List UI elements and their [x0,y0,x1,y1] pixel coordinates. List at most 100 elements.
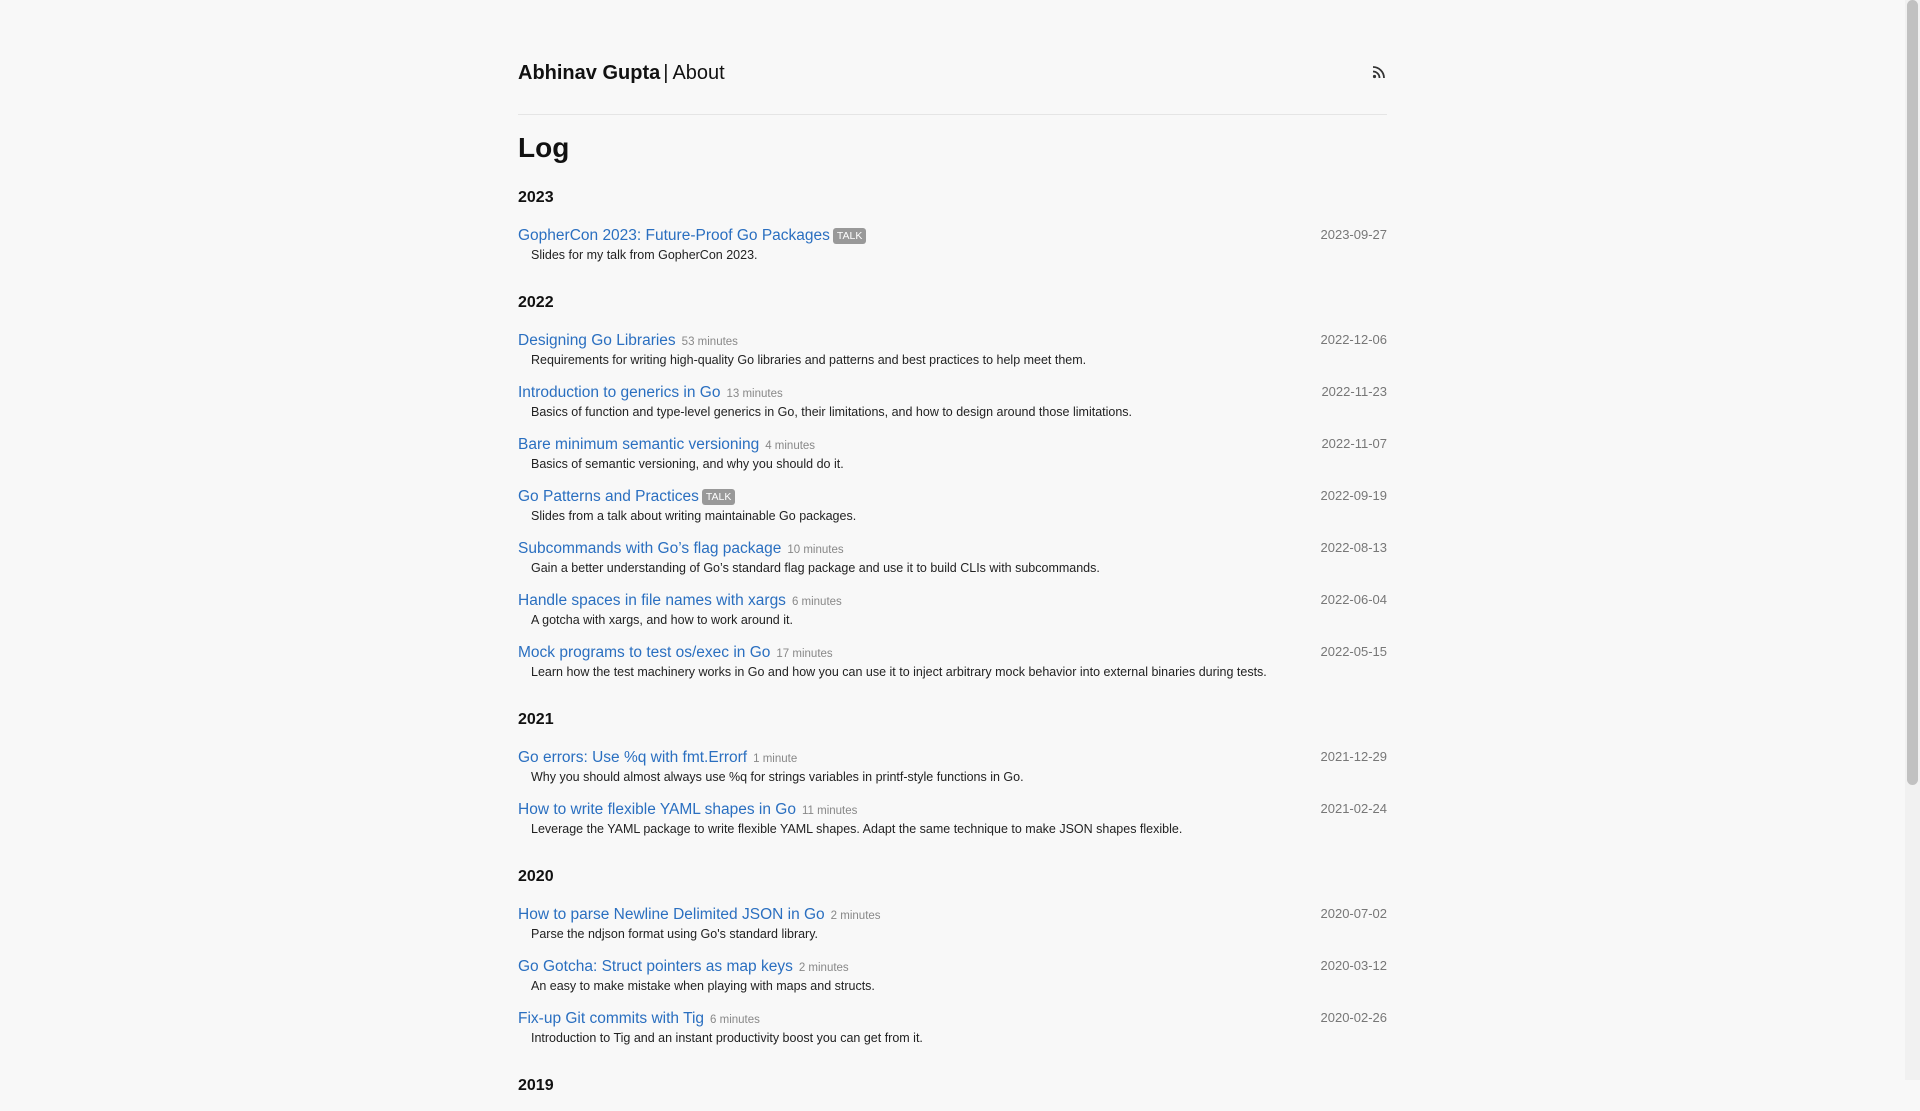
reading-time: 17 minutes [776,648,833,660]
log-list: 2023 GopherCon 2023: Future-Proof Go Pack… [518,186,1387,1111]
site-brand: Abhinav Gupta | About [518,60,725,86]
entry-title-link[interactable]: Go errors: Use %q with fmt.Errorf [518,749,747,766]
entry-title-link[interactable]: Fix-up Git commits with Tig [518,1010,704,1027]
entry-list: Go errors: Use %q with fmt.Errorf 1 minut… [518,748,1387,852]
reading-time: 4 minutes [765,440,816,452]
entry-date: 2021-02-24 [1320,801,1388,816]
entry-date: 2022-05-15 [1320,644,1388,659]
entry-title-line: GopherCon 2023: Future-Proof Go Packages… [518,226,1387,246]
entry-description: Basics of semantic versioning, and why y… [531,457,844,471]
log-entry: Subcommands with Go’s flag package 10 min… [518,539,1387,591]
entry-title-link[interactable]: Handle spaces in file names with xargs [518,592,786,609]
reading-time: 13 minutes [726,388,783,400]
entry-title-link[interactable]: Go Gotcha: Struct pointers as map keys [518,958,793,975]
about-link[interactable]: About [672,62,724,84]
entry-title-line: Mock programs to test os/exec in Go 17 mi… [518,643,1387,663]
year-group: 2022 Designing Go Libraries 53 minutes Requ… [518,291,1387,695]
scrollbar-thumb[interactable] [1907,0,1918,785]
log-entry: How to write flexible YAML shapes in Go 1… [518,800,1387,852]
entry-list: Designing Go Libraries 53 minutes Requirem… [518,331,1387,695]
entry-title-line: Fix-up Git commits with Tig 6 minutes [518,1009,1387,1029]
rss-icon[interactable] [1371,64,1387,80]
entry-date: 2022-09-19 [1320,488,1388,503]
page-container: Abhinav Gupta | About Log 2023 GopherCon 20… [518,0,1387,1094]
entry-title-line: Go Patterns and Practices TALK [518,487,1387,507]
entry-title-line: Subcommands with Go’s flag package 10 min… [518,539,1387,559]
entry-title-link[interactable]: Introduction to generics in Go [518,384,720,401]
entry-date: 2023-09-27 [1320,227,1388,242]
talk-tag: TALK [701,489,736,505]
entry-description: Basics of function and type-level generi… [531,405,1133,419]
entry-title-link[interactable]: Mock programs to test os/exec in Go [518,644,770,661]
entry-list: GopherCon 2023: Future-Proof Go Packages… [518,226,1387,278]
entry-date: 2022-08-13 [1320,540,1388,555]
entry-title-line: Introduction to generics in Go 13 minutes [518,383,1387,403]
year-group: 2020 How to parse Newline Delimited JSON … [518,865,1387,1061]
entry-title-link[interactable]: Bare minimum semantic versioning [518,436,759,453]
log-entry: Go Gotcha: Struct pointers as map keys 2 … [518,957,1387,1009]
reading-time: 6 minutes [710,1014,760,1026]
reading-time: 53 minutes [681,336,738,348]
log-entry: Bare minimum semantic versioning 4 minute… [518,435,1387,487]
entry-date: 2020-07-02 [1320,906,1388,921]
year-heading: 2023 [518,189,554,206]
log-entry: Designing Go Libraries 53 minutes Requirem… [518,331,1387,383]
entry-description: Learn how the test machinery works in Go… [531,665,1267,679]
year-heading: 2021 [518,711,554,728]
log-entry: Handle spaces in file names with xargs 6 … [518,591,1387,643]
year-group: 2023 GopherCon 2023: Future-Proof Go Pack… [518,186,1387,278]
entry-list: How to parse Newline Delimited JSON in G… [518,905,1387,1061]
nav-separator: | [663,62,669,84]
entry-description: Introduction to Tig and an instant produ… [531,1031,923,1045]
entry-date: 2022-11-23 [1321,384,1387,399]
entry-title-line: Bare minimum semantic versioning 4 minute… [518,435,1387,455]
log-entry: Go errors: Use %q with fmt.Errorf 1 minut… [518,748,1387,800]
entry-description: An easy to make mistake when playing wit… [531,979,875,993]
entry-description: Slides for my talk from GopherCon 2023. [531,248,758,262]
site-header: Abhinav Gupta | About [518,0,1387,115]
reading-time: 11 minutes [801,805,858,817]
entry-title-line: Designing Go Libraries 53 minutes [518,331,1387,351]
entry-date: 2020-02-26 [1320,1010,1388,1025]
entry-title-line: Handle spaces in file names with xargs 6 … [518,591,1387,611]
entry-description: Gain a better understanding of Go’s stan… [531,561,1100,575]
reading-time: 1 minute [753,753,798,765]
entry-title-link[interactable]: Go Patterns and Practices [518,488,699,505]
entry-date: 2020-03-12 [1320,958,1388,973]
log-entry: Introduction to generics in Go 13 minutes… [518,383,1387,435]
entry-title-line: How to write flexible YAML shapes in Go 1… [518,800,1387,820]
reading-time: 2 minutes [798,962,849,974]
page-title: Log [518,132,570,163]
scrollbar-track[interactable] [1905,0,1920,1080]
log-entry: How to parse Newline Delimited JSON in G… [518,905,1387,957]
entry-title-link[interactable]: Designing Go Libraries [518,332,676,349]
year-group: 2019 [518,1074,1387,1098]
year-heading: 2022 [518,294,554,311]
entry-description: Requirements for writing high-quality Go… [531,353,1087,367]
log-entry: Mock programs to test os/exec in Go 17 mi… [518,643,1387,695]
entry-date: 2022-06-04 [1320,592,1388,607]
entry-title-line: Go errors: Use %q with fmt.Errorf 1 minut… [518,748,1387,768]
year-heading: 2020 [518,868,554,885]
entry-description: Slides from a talk about writing maintai… [531,509,857,523]
year-group: 2021 Go errors: Use %q with fmt.Errorf 1 m… [518,708,1387,852]
entry-date: 2022-11-07 [1321,436,1387,451]
log-entry: Go Patterns and Practices TALK Slides from… [518,487,1387,539]
reading-time: 2 minutes [830,910,881,922]
entry-date: 2022-12-06 [1320,332,1388,347]
entry-title-link[interactable]: Subcommands with Go’s flag package [518,540,781,557]
log-entry: GopherCon 2023: Future-Proof Go Packages… [518,226,1387,278]
entry-description: Parse the ndjson format using Go's stand… [531,927,819,941]
entry-title-link[interactable]: How to parse Newline Delimited JSON in G… [518,906,825,923]
entry-date: 2021-12-29 [1320,749,1388,764]
talk-tag: TALK [832,228,867,244]
reading-time: 6 minutes [791,596,842,608]
log-entry: Fix-up Git commits with Tig 6 minutes Intr… [518,1009,1387,1061]
entry-title-link[interactable]: How to write flexible YAML shapes in Go [518,801,796,818]
entry-title-line: How to parse Newline Delimited JSON in G… [518,905,1387,925]
entry-title-link[interactable]: GopherCon 2023: Future-Proof Go Packages [518,227,830,244]
reading-time: 10 minutes [787,544,844,556]
entry-description: Leverage the YAML package to write flexi… [531,822,1183,836]
author-home-link[interactable]: Abhinav Gupta [518,62,660,84]
entry-description: Why you should almost always use %q for … [531,770,1024,784]
